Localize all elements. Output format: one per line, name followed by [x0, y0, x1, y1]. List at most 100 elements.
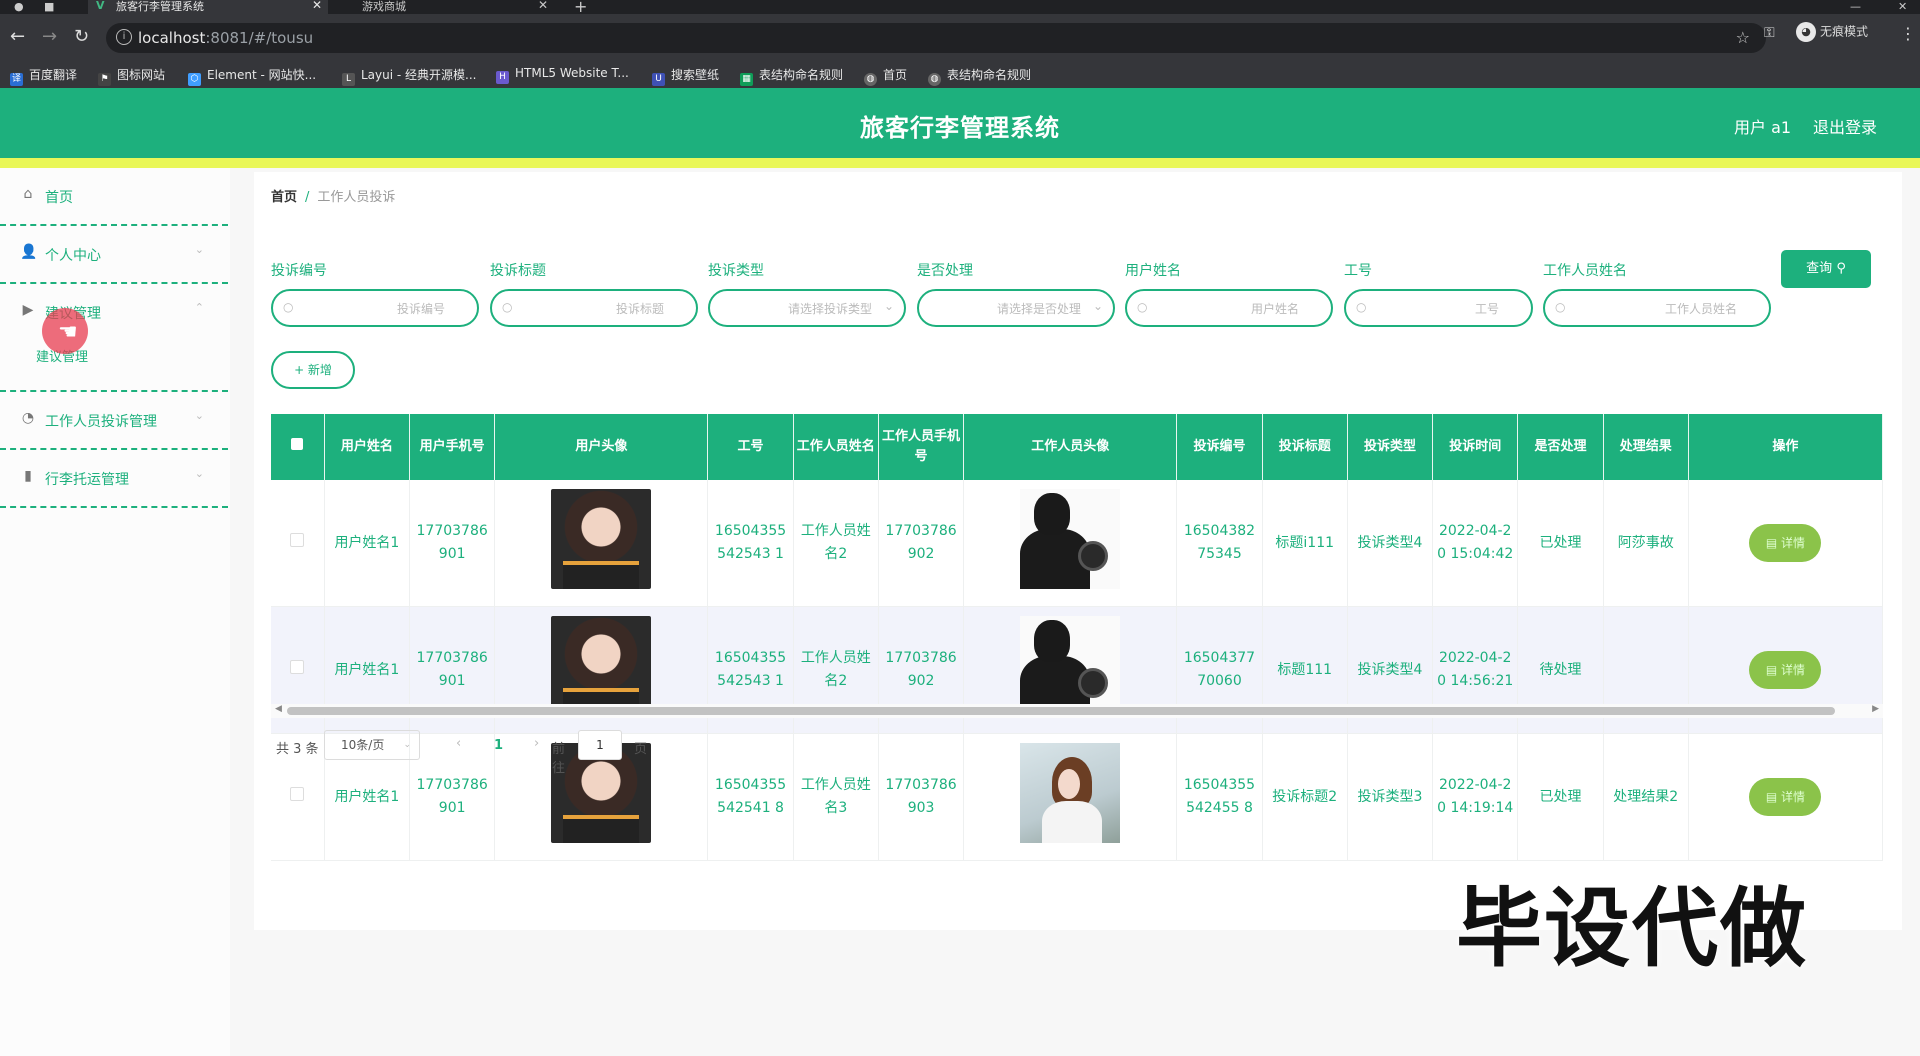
chevron-down-icon: ⌄: [1092, 299, 1103, 313]
row-select-cell[interactable]: [271, 480, 325, 607]
sidebar-item-label: 首页: [45, 190, 73, 206]
user-name-cell: 用户姓名1: [324, 480, 411, 607]
app-header: 旅客行李管理系统 用户 a1 退出登录: [0, 88, 1920, 158]
detail-button[interactable]: ▤ 详情: [1749, 651, 1822, 689]
scroll-left-icon[interactable]: ◀: [275, 704, 282, 714]
complaint-no-input[interactable]: [299, 297, 447, 321]
complaints-table: 用户姓名 用户手机号 用户头像 工号 工作人员姓名 工作人员手机号 工作人员头像…: [271, 414, 1884, 861]
incognito-badge[interactable]: ◕ 无痕模式: [1796, 22, 1868, 44]
worker-name-input[interactable]: [1571, 297, 1739, 321]
scrollbar-thumb[interactable]: [287, 707, 1835, 715]
bookmark-item[interactable]: 译百度翻译: [10, 66, 77, 86]
scroll-right-icon[interactable]: ▶: [1872, 704, 1879, 714]
translate-icon: 译: [10, 73, 23, 86]
detail-button-label: 详情: [1780, 663, 1805, 677]
filter-label-worker-name: 工作人员姓名: [1543, 263, 1627, 279]
bookmark-item[interactable]: ⬡ Element - 网站快...: [188, 66, 316, 86]
worker-avatar: [1020, 743, 1121, 843]
handled-select-input[interactable]: [945, 297, 1083, 321]
sidebar-item-home[interactable]: ⌂ 首页: [0, 168, 228, 226]
detail-button[interactable]: ▤ 详情: [1749, 524, 1822, 562]
close-window-icon[interactable]: ✕: [1898, 0, 1907, 13]
add-button[interactable]: + 新增: [271, 351, 355, 389]
worker-no-cell: 16504355542541 8: [707, 733, 794, 861]
user-phone-cell: 17703786901: [409, 733, 496, 861]
key-icon[interactable]: ⚿: [1764, 25, 1775, 41]
page-number[interactable]: 1: [494, 738, 503, 753]
type-select-input[interactable]: [736, 297, 874, 321]
bookmark-item[interactable]: U 搜索壁纸: [652, 66, 719, 86]
user-name-input[interactable]: [1153, 297, 1301, 321]
column-header: 投诉编号: [1176, 414, 1263, 480]
document-icon: ▤: [1765, 790, 1781, 804]
sidebar-item-profile[interactable]: 👤 个人中心 ⌄: [0, 226, 228, 284]
user-name-field[interactable]: ○: [1125, 289, 1333, 327]
minimize-icon[interactable]: —: [1850, 0, 1861, 13]
browser-tab-active[interactable]: V 旅客行李管理系统 ✕: [88, 0, 328, 14]
search-button-label: 查询: [1806, 261, 1833, 276]
handled-select[interactable]: ⌄: [917, 289, 1115, 327]
app-title: 旅客行李管理系统: [860, 114, 1060, 142]
chart-icon: ▮: [24, 468, 32, 484]
horizontal-scrollbar[interactable]: ◀ ▶: [271, 704, 1883, 718]
browser-tab[interactable]: 游戏商城 ✕: [334, 0, 554, 14]
worker-no-field[interactable]: ○: [1344, 289, 1533, 327]
worker-phone-cell: 17703786902: [878, 480, 965, 607]
reload-icon[interactable]: ↻: [74, 26, 89, 47]
worker-phone-cell: 17703786903: [878, 733, 965, 861]
goto-label: 前往: [552, 742, 566, 776]
bookmark-item[interactable]: H HTML5 Website T...: [496, 66, 629, 84]
search-button[interactable]: 查询 ⚲: [1781, 250, 1871, 288]
row-checkbox[interactable]: [290, 659, 305, 674]
back-icon[interactable]: ←: [10, 26, 25, 47]
close-tab-icon[interactable]: ✕: [538, 0, 548, 11]
title-field[interactable]: ○: [490, 289, 698, 327]
close-tab-icon[interactable]: ✕: [312, 0, 322, 11]
detail-button[interactable]: ▤ 详情: [1749, 778, 1822, 816]
bookmark-star-icon[interactable]: ☆: [1736, 28, 1750, 47]
video-icon: ▶: [22, 302, 34, 318]
select-all-checkbox[interactable]: [291, 438, 304, 450]
select-all-header[interactable]: [271, 414, 325, 480]
bookmark-item[interactable]: L Layui - 经典开源模...: [342, 66, 476, 86]
html5-icon: H: [496, 71, 509, 84]
prev-page-icon[interactable]: ‹: [456, 736, 461, 751]
url-text: localhost:8081/#/tousu: [138, 29, 314, 47]
worker-avatar: [1020, 616, 1121, 716]
filter-label-type: 投诉类型: [708, 263, 764, 279]
worker-name-field[interactable]: ○: [1543, 289, 1771, 327]
wallpaper-icon: U: [652, 73, 665, 86]
handled-cell: 已处理: [1517, 480, 1604, 607]
breadcrumb-home[interactable]: 首页: [271, 190, 297, 205]
address-bar[interactable]: i localhost:8081/#/tousu ☆: [106, 23, 1766, 53]
forward-icon[interactable]: →: [42, 26, 57, 47]
sidebar-item-staff-complaints[interactable]: ◔ 工作人员投诉管理 ⌄: [0, 392, 228, 450]
flag-icon: ⚑: [98, 73, 111, 86]
page-suffix: 页: [634, 742, 648, 757]
filter-label-complaint-no: 投诉编号: [271, 263, 327, 279]
next-page-icon[interactable]: ›: [534, 736, 539, 751]
bookmark-item[interactable]: ◍ 首页: [864, 66, 907, 86]
sidebar-item-suggestions[interactable]: ▶ 建议管理 ⌃: [0, 284, 228, 392]
row-checkbox[interactable]: [290, 532, 305, 547]
row-checkbox[interactable]: [290, 786, 305, 801]
column-header: 用户手机号: [409, 414, 496, 480]
info-icon[interactable]: i: [116, 29, 132, 45]
worker-no-input[interactable]: [1372, 297, 1501, 321]
goto-page-input[interactable]: [578, 730, 622, 760]
column-header: 工作人员头像: [963, 414, 1178, 480]
complaint-no-field[interactable]: ○: [271, 289, 479, 327]
browser-menu-icon[interactable]: ⋮: [1900, 24, 1916, 43]
bookmark-item[interactable]: ◍ 表结构命名规则: [928, 66, 1031, 86]
logout-link[interactable]: 退出登录: [1813, 114, 1877, 138]
bookmark-item[interactable]: ▦ 表结构命名规则: [740, 66, 843, 86]
type-select[interactable]: ⌄: [708, 289, 906, 327]
sidebar-item-luggage[interactable]: ▮ 行李托运管理 ⌄: [0, 450, 228, 508]
title-input[interactable]: [518, 297, 666, 321]
chevron-down-icon: ⌄: [403, 740, 411, 750]
bookmark-item[interactable]: ⚑ 图标网站: [98, 66, 165, 86]
filter-label-title: 投诉标题: [490, 263, 546, 279]
page-size-select[interactable]: 10条/页 ⌄: [324, 730, 420, 760]
window-menu-icon[interactable]: ■: [44, 0, 54, 13]
page-size-value: 10条/页: [341, 738, 385, 752]
